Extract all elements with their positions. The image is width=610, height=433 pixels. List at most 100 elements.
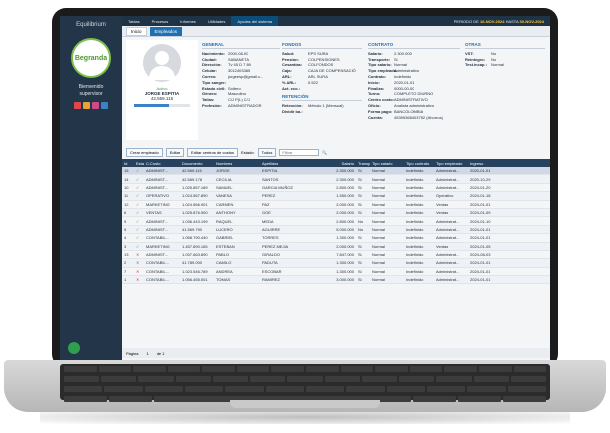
table-row[interactable]: 6 ✓ VENTAS 1.025.876.900 ANTHONY GOE 2.000.000…: [122, 208, 550, 218]
tab-inicio[interactable]: Inicio: [126, 26, 147, 36]
app-logo: Equilibrium: [76, 22, 106, 28]
settings-icon[interactable]: [83, 102, 90, 109]
table-row[interactable]: 15 ✓ ADMINIST... 42.569.115 JORGE ESPITIA 2.30…: [122, 167, 550, 176]
tab-bar: Inicio Empleados: [122, 26, 550, 37]
table-cell: 1.024.566.901: [182, 201, 208, 207]
table-cell: ANDREA: [216, 268, 233, 274]
edit-button[interactable]: Editar: [165, 147, 185, 157]
table-cell: CONTABIL...: [146, 235, 170, 241]
period-prefix: PERIODO DE: [453, 18, 479, 24]
table-header: IdEstadoC.CostoDocumentoNombresApellidos…: [122, 159, 550, 167]
new-employee-button[interactable]: Crear empleado: [126, 147, 163, 157]
table-cell: CONTABIL...: [146, 260, 170, 266]
table-cell: GOE: [262, 210, 271, 216]
table-cell: LUCERO: [216, 226, 233, 232]
table-cell: SAMUEL: [216, 184, 233, 190]
search-input[interactable]: [279, 148, 320, 156]
table-row[interactable]: 1 ✕ CONTABIL... 1.056.455.001 TOMAS RAMIREZ 3.…: [122, 276, 550, 285]
table-cell: ADMINIST...: [146, 226, 169, 232]
nav-utilidades[interactable]: Utilidades: [202, 16, 232, 26]
table-cell: JORGE: [216, 168, 230, 174]
table-row[interactable]: 3 ✓ MARKETING 1.457.890.165 ESTEBAN PEREZ MEJ…: [122, 242, 550, 251]
notification-icon[interactable]: [92, 102, 99, 109]
welcome-user: supervisor: [79, 91, 103, 97]
employees-table: IdEstadoC.CostoDocumentoNombresApellidos…: [122, 159, 550, 285]
chat-icon[interactable]: [68, 342, 80, 354]
table-row[interactable]: 14 ✓ ADMINIST... 42.569.178 CECILIA SANTOS 2.3…: [122, 175, 550, 184]
table-row[interactable]: 9 ✓ ADMINIST... 1.036.443.199 RAQUEL MEDA 2.80…: [122, 217, 550, 226]
table-cell: 2024-01-18: [470, 193, 491, 199]
app-screen: Equilibrium Begranda Bienvenido supervis…: [60, 16, 550, 360]
column-header[interactable]: Tipo salario: [370, 161, 404, 166]
table-cell: 42.569.115: [182, 168, 202, 174]
table-cell: CARMEN: [216, 201, 234, 207]
edit-cost-centers-button[interactable]: Editar centros de costos: [187, 147, 239, 157]
status-icon: ✓: [136, 176, 140, 182]
column-header[interactable]: Tipo contrato: [404, 161, 434, 166]
column-header[interactable]: Estado: [134, 161, 144, 166]
power-icon[interactable]: [74, 102, 81, 109]
column-header[interactable]: Apellidos: [260, 161, 332, 166]
table-cell: Normal: [372, 260, 385, 266]
table-row[interactable]: 5 ✓ ADMINIST... 41.569.790 LUCERO AGUIRRE 5.00…: [122, 225, 550, 235]
page-number[interactable]: 1: [146, 351, 148, 356]
column-header[interactable]: Id: [122, 161, 134, 166]
table-cell: AGUIRRE: [262, 226, 281, 232]
status-icon: ✓: [136, 201, 140, 207]
table-row[interactable]: 4 ✓ CONTABIL... 1.058.790.440 GABRIEL TORRES 1…: [122, 234, 550, 243]
table-cell: ADMINIST...: [146, 184, 169, 190]
otras-field-value: Normal: [491, 62, 504, 68]
table-cell: PAZ: [262, 201, 270, 207]
column-header[interactable]: Documento: [180, 161, 214, 166]
table-row[interactable]: 11 ✓ OPERATIVO 1.024.567.890 VANESA PEREZ 1.55…: [122, 192, 550, 201]
table-cell: Si: [358, 235, 362, 241]
table-row[interactable]: 2 ✕ CONTABIL... 41.789.000 CAMILO PADUTA 1.300…: [122, 259, 550, 268]
profile-progress-fill: [134, 104, 169, 107]
retencion-field-value: Método 1 (Mensual): [308, 103, 344, 109]
page-label: Página: [126, 350, 139, 356]
table-cell: Indefinido: [406, 226, 424, 232]
table-row[interactable]: 7 ✕ CONTABIL... 1.023.546.789 ANDREA ESCOBAR 1…: [122, 268, 550, 277]
otras-field-label: Test.incap.:: [465, 62, 487, 68]
tab-empleados[interactable]: Empleados: [149, 26, 183, 36]
column-header[interactable]: Nombres: [214, 161, 260, 166]
table-cell: 2: [124, 260, 127, 266]
company-logo[interactable]: Begranda: [71, 38, 111, 78]
table-row[interactable]: 13 ✕ ADMINIST... 1.037.663.890 PABLO GIRALDO 7…: [122, 251, 550, 260]
table-cell: 1.058.790.440: [182, 235, 208, 241]
table-cell: Ventas: [436, 210, 449, 216]
table-cell: Indefinido: [406, 243, 424, 249]
laptop-shadow: [40, 410, 570, 424]
table-cell: Normal: [372, 226, 385, 232]
table-row[interactable]: 12 ✓ MARKETING 1.024.566.901 CARMEN PAZ 2.000.…: [122, 201, 550, 209]
table-cell: 2.800.000: [336, 218, 354, 224]
nav-procesos[interactable]: Procesos: [146, 16, 175, 26]
fondos-field-label: Act. eco.:: [282, 85, 301, 91]
column-header[interactable]: Salario: [332, 161, 356, 166]
table-cell: Normal: [372, 201, 385, 207]
nav-ayudas[interactable]: Ayudas del sistema: [231, 16, 279, 26]
status-filter-select[interactable]: Todos: [257, 147, 277, 157]
column-header[interactable]: C.Costo: [144, 161, 180, 166]
column-header[interactable]: Transpo: [356, 161, 370, 166]
table-cell: Si: [358, 176, 362, 182]
table-cell: ADMINIST...: [146, 218, 169, 224]
table-cell: Indefinido: [406, 210, 424, 216]
table-toolbar: Crear empleado Editar Editar centros de …: [122, 147, 550, 157]
table-cell: 6: [124, 210, 127, 216]
column-header[interactable]: Tipo empleado: [434, 161, 468, 166]
search-icon[interactable]: 🔍: [322, 150, 327, 155]
nav-informes[interactable]: Informes: [174, 16, 202, 26]
status-icon: ✓: [136, 243, 140, 249]
table-cell: 1.025.857.189: [182, 184, 208, 190]
table-cell: TORRES: [262, 235, 279, 241]
retencion-field-row: Dividir ba.:: [282, 109, 362, 115]
table-cell: 10: [124, 184, 129, 190]
table-cell: VANESA: [216, 193, 232, 199]
employee-id: 42.569.115: [150, 96, 174, 101]
help-icon[interactable]: [101, 102, 108, 109]
table-row[interactable]: 10 ✓ ADMINIST... 1.025.857.189 SAMUEL GARCIA …: [122, 184, 550, 193]
nav-tablas[interactable]: Tablas: [122, 16, 146, 26]
column-header[interactable]: Ingreso: [468, 161, 498, 166]
table-body: 15 ✓ ADMINIST... 42.569.115 JORGE ESPITIA 2.30…: [122, 167, 550, 285]
